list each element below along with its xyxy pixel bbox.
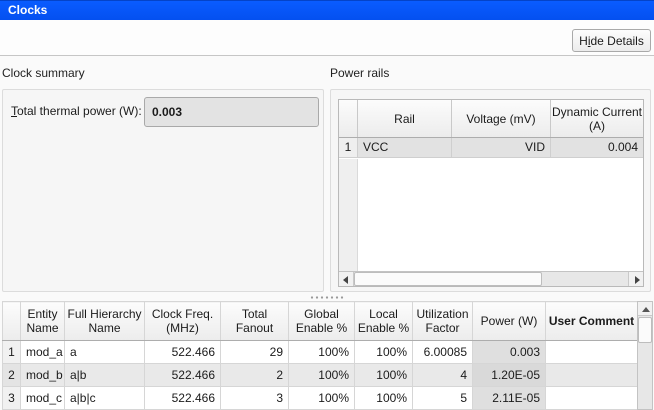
vscrollbar-thumb[interactable]: [638, 317, 652, 343]
clocks-table: Entity Name Full Hierarchy Name Clock Fr…: [2, 301, 638, 410]
local-enable-cell[interactable]: 100%: [355, 364, 413, 387]
fanout-cell[interactable]: 3: [221, 387, 289, 410]
fanout-cell[interactable]: 29: [221, 341, 289, 364]
global-enable-cell[interactable]: 100%: [289, 364, 355, 387]
entity-cell[interactable]: mod_c: [21, 387, 65, 410]
fanout-cell[interactable]: 2: [221, 364, 289, 387]
entity-cell[interactable]: mod_a: [21, 341, 65, 364]
power-cell[interactable]: 1.20E-05: [473, 364, 546, 387]
power-rails-table: Rail Voltage (mV) Dynamic Current (A) 1 …: [338, 99, 644, 287]
power-rails-corner-header: [339, 100, 358, 137]
utilization-cell[interactable]: 4: [413, 364, 473, 387]
freq-cell[interactable]: 522.466: [145, 387, 221, 410]
col-global-enable[interactable]: Global Enable %: [289, 302, 355, 341]
clocks-table-vscrollbar[interactable]: [637, 301, 653, 410]
corner-header: [3, 302, 21, 341]
power-cell[interactable]: 2.11E-05: [473, 387, 546, 410]
clock-summary-group: Total thermal power (W): 0.003: [2, 89, 324, 292]
left-arrow-icon: [343, 276, 348, 284]
up-arrow-icon: [642, 307, 650, 312]
hierarchy-cell[interactable]: a|b|c: [65, 387, 145, 410]
col-clock-freq[interactable]: Clock Freq. (MHz): [145, 302, 221, 341]
freq-cell[interactable]: 522.466: [145, 341, 221, 364]
freq-cell[interactable]: 522.466: [145, 364, 221, 387]
dynamic-current-cell[interactable]: 0.004: [551, 138, 643, 157]
power-rails-group-label: Power rails: [330, 66, 389, 80]
total-thermal-power-field[interactable]: 0.003: [144, 97, 319, 127]
power-rails-group: Rail Voltage (mV) Dynamic Current (A) 1 …: [330, 89, 651, 292]
scroll-left-button[interactable]: [339, 272, 354, 286]
col-local-enable[interactable]: Local Enable %: [355, 302, 413, 341]
power-rails-hscrollbar[interactable]: [339, 271, 643, 286]
clocks-report-panel: Clocks Hide Details Clock summary Total …: [0, 0, 654, 410]
utilization-cell[interactable]: 5: [413, 387, 473, 410]
col-full-hierarchy-name[interactable]: Full Hierarchy Name: [65, 302, 145, 341]
rail-cell[interactable]: VCC: [358, 138, 452, 157]
power-rails-row[interactable]: 1 VCC VID 0.004: [339, 138, 643, 158]
entity-cell[interactable]: mod_b: [21, 364, 65, 387]
hierarchy-cell[interactable]: a: [65, 341, 145, 364]
right-arrow-icon: [635, 276, 640, 284]
total-thermal-power-label: Total thermal power (W):: [11, 104, 142, 118]
voltage-cell[interactable]: VID: [452, 138, 551, 157]
power-rails-col-rail[interactable]: Rail: [358, 100, 452, 137]
local-enable-cell[interactable]: 100%: [355, 387, 413, 410]
total-label-rest: otal thermal power (W):: [17, 104, 142, 118]
hscrollbar-thumb[interactable]: [354, 272, 542, 286]
global-enable-cell[interactable]: 100%: [289, 341, 355, 364]
hierarchy-cell[interactable]: a|b: [65, 364, 145, 387]
hide-details-button[interactable]: Hide Details: [572, 29, 651, 52]
col-user-comment[interactable]: User Comment: [546, 302, 638, 341]
hide-details-label: H: [579, 34, 588, 48]
table-row[interactable]: 1 mod_a a 522.466 29 100% 100% 6.00085 0…: [3, 341, 638, 364]
splitter-handle[interactable]: [0, 294, 654, 301]
panel-title: Clocks: [0, 0, 654, 20]
local-enable-cell[interactable]: 100%: [355, 341, 413, 364]
scroll-right-button[interactable]: [628, 272, 643, 286]
details-toolbar: Hide Details: [0, 20, 654, 56]
scroll-up-button[interactable]: [638, 302, 652, 316]
clocks-table-header-row: Entity Name Full Hierarchy Name Clock Fr…: [3, 302, 638, 341]
row-header-strip: [339, 159, 358, 271]
row-number: 2: [3, 364, 21, 387]
col-utilization-factor[interactable]: Utilization Factor: [413, 302, 473, 341]
col-entity-name[interactable]: Entity Name: [21, 302, 65, 341]
table-row[interactable]: 2 mod_b a|b 522.466 2 100% 100% 4 1.20E-…: [3, 364, 638, 387]
global-enable-cell[interactable]: 100%: [289, 387, 355, 410]
clock-summary-group-label: Clock summary: [2, 66, 85, 80]
row-number: 1: [3, 341, 21, 364]
splitter-dots-icon: [309, 296, 345, 299]
col-total-fanout[interactable]: Total Fanout: [221, 302, 289, 341]
utilization-cell[interactable]: 6.00085: [413, 341, 473, 364]
user-comment-cell[interactable]: [546, 341, 638, 364]
power-rails-header-row: Rail Voltage (mV) Dynamic Current (A): [339, 100, 643, 138]
col-power[interactable]: Power (W): [473, 302, 546, 341]
row-number: 1: [339, 138, 358, 157]
row-number: 3: [3, 387, 21, 410]
hscrollbar-track[interactable]: [354, 272, 628, 286]
hide-details-label-rest: de Details: [590, 34, 643, 48]
power-rails-col-voltage[interactable]: Voltage (mV): [452, 100, 551, 137]
user-comment-cell[interactable]: [546, 364, 638, 387]
power-cell[interactable]: 0.003: [473, 341, 546, 364]
power-rails-col-dynamic-current[interactable]: Dynamic Current (A): [551, 100, 643, 137]
user-comment-cell[interactable]: [546, 387, 638, 410]
table-row[interactable]: 3 mod_c a|b|c 522.466 3 100% 100% 5 2.11…: [3, 387, 638, 410]
